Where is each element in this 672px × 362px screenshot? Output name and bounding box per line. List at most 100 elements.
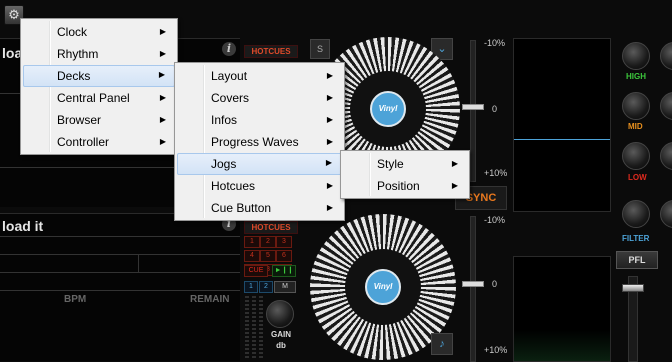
- remain-label: REMAIN: [190, 294, 230, 305]
- vu-meter-left: [259, 296, 263, 360]
- sync-label: SYNC: [465, 192, 497, 204]
- info-icon[interactable]: i: [222, 42, 236, 56]
- menu-item-label: Controller: [57, 135, 110, 149]
- menu-item-covers[interactable]: Covers ▶: [177, 87, 342, 109]
- m-button[interactable]: M: [274, 281, 296, 293]
- hotcue-button[interactable]: 1: [244, 236, 260, 248]
- deck-2-button[interactable]: 2: [259, 281, 273, 293]
- menu-item-cue-button[interactable]: Cue Button ▶: [177, 197, 342, 219]
- context-menu-main: Clock ▶ Rhythm ▶ Decks ▶ Central Panel ▶ Bro…: [20, 18, 178, 155]
- crossfader-handle[interactable]: [622, 284, 644, 292]
- submenu-arrow-icon: ▶: [326, 137, 333, 146]
- submenu-arrow-icon: ▶: [159, 137, 166, 146]
- bpm-label: BPM: [64, 294, 87, 305]
- menu-item-decks[interactable]: Decks ▶: [23, 65, 175, 87]
- play-pause-button[interactable]: ►❙❙: [272, 265, 296, 277]
- menu-item-layout[interactable]: Layout ▶: [177, 65, 342, 87]
- pitch-slider-bottom[interactable]: [470, 216, 476, 362]
- waveform-top: [513, 38, 611, 212]
- pfl-button[interactable]: PFL: [616, 251, 658, 269]
- pitch-top-label: -10%: [484, 38, 506, 48]
- eq-high-label: HIGH: [626, 72, 646, 81]
- waveform-line: [514, 139, 610, 140]
- eq-high-knob[interactable]: [622, 42, 650, 70]
- deck-bottom-title: load it: [2, 218, 44, 234]
- menu-item-label: Browser: [57, 113, 102, 127]
- eq-low-knob[interactable]: [622, 142, 650, 170]
- menu-item-label: Decks: [57, 69, 91, 83]
- menu-item-infos[interactable]: Infos ▶: [177, 109, 342, 131]
- vu-meter-left: [252, 296, 256, 360]
- filter-knob-right[interactable]: [660, 200, 672, 228]
- menu-item-label: Rhythm: [57, 47, 99, 61]
- hotcues-header-bottom: HOTCUES: [244, 221, 298, 234]
- filter-knob[interactable]: [622, 200, 650, 228]
- cue-button[interactable]: CUE: [244, 265, 268, 277]
- hotcue-button[interactable]: 6: [276, 250, 292, 262]
- eq-knob-right[interactable]: [660, 42, 672, 70]
- menu-item-label: Progress Waves: [211, 135, 299, 149]
- pitch-handle[interactable]: [462, 281, 484, 287]
- hotcues-header-top: HOTCUES: [244, 45, 298, 58]
- menu-item-position[interactable]: Position ▶: [343, 175, 467, 197]
- pitch-zero-label: 0: [492, 104, 498, 114]
- submenu-arrow-icon: ▶: [326, 115, 333, 124]
- menu-item-label: Central Panel: [57, 91, 130, 105]
- submenu-arrow-icon: ▶: [159, 93, 166, 102]
- submenu-arrow-icon: ▶: [326, 93, 333, 102]
- menu-item-central-panel[interactable]: Central Panel ▶: [23, 87, 175, 109]
- submenu-arrow-icon: ▶: [326, 181, 333, 190]
- menu-item-label: Layout: [211, 69, 248, 83]
- vu-meter-left: [245, 296, 249, 360]
- menu-item-label: Hotcues: [211, 179, 256, 193]
- pitch-bottom-label: +10%: [484, 168, 508, 178]
- pitch-handle[interactable]: [462, 104, 484, 110]
- menu-item-progress-waves[interactable]: Progress Waves ▶: [177, 131, 342, 153]
- vinyl-label: Vinyl: [370, 91, 406, 127]
- hotcue-button[interactable]: 4: [244, 250, 260, 262]
- pitch-top-label: -10%: [484, 215, 506, 225]
- submenu-arrow-icon: ▶: [159, 49, 166, 58]
- divider: [0, 236, 240, 237]
- hotcue-button[interactable]: 3: [276, 236, 292, 248]
- divider: [0, 290, 240, 291]
- menu-item-label: Jogs: [211, 157, 237, 171]
- divider: [0, 272, 240, 273]
- pitch-slider-top[interactable]: [470, 40, 476, 182]
- context-menu-decks: Layout ▶ Covers ▶ Infos ▶ Progress Waves ▶ J…: [174, 62, 345, 221]
- submenu-arrow-icon: ▶: [158, 70, 165, 79]
- divider: [0, 254, 240, 255]
- waveform-bottom: [513, 256, 611, 362]
- deck-1-button[interactable]: 1: [244, 281, 258, 293]
- menu-item-label: Infos: [211, 113, 238, 127]
- menu-item-jogs[interactable]: Jogs ▶: [177, 153, 342, 175]
- submenu-arrow-icon: ▶: [451, 159, 458, 168]
- menu-item-browser[interactable]: Browser ▶: [23, 109, 175, 131]
- eq-low-label: LOW: [628, 173, 647, 182]
- submenu-arrow-icon: ▶: [451, 181, 458, 190]
- menu-item-style[interactable]: Style ▶: [343, 153, 467, 175]
- menu-item-label: Style: [377, 157, 404, 171]
- submenu-arrow-icon: ▶: [326, 71, 333, 80]
- hotcue-button[interactable]: 2: [260, 236, 276, 248]
- menu-item-controller[interactable]: Controller ▶: [23, 131, 175, 153]
- eq-knob-right[interactable]: [660, 142, 672, 170]
- menu-item-rhythm[interactable]: Rhythm ▶: [23, 43, 175, 65]
- submenu-arrow-icon: ▶: [159, 27, 166, 36]
- gain-unit: db: [276, 341, 286, 350]
- gain-label: GAIN: [271, 330, 291, 339]
- menu-item-hotcues[interactable]: Hotcues ▶: [177, 175, 342, 197]
- hotcue-button[interactable]: 5: [260, 250, 276, 262]
- submenu-arrow-icon: ▶: [326, 203, 333, 212]
- eq-knob-right[interactable]: [660, 92, 672, 120]
- eq-mid-knob[interactable]: [622, 92, 650, 120]
- vinyl-label: Vinyl: [365, 269, 401, 305]
- music-note-icon[interactable]: ♪: [431, 333, 453, 355]
- eq-mid-label: MID: [628, 122, 643, 131]
- divider: [138, 254, 139, 272]
- menu-item-label: Clock: [57, 25, 88, 39]
- deck-s-button[interactable]: S: [310, 39, 330, 59]
- pitch-zero-label: 0: [492, 279, 498, 289]
- gain-knob[interactable]: [266, 300, 294, 328]
- menu-item-clock[interactable]: Clock ▶: [23, 21, 175, 43]
